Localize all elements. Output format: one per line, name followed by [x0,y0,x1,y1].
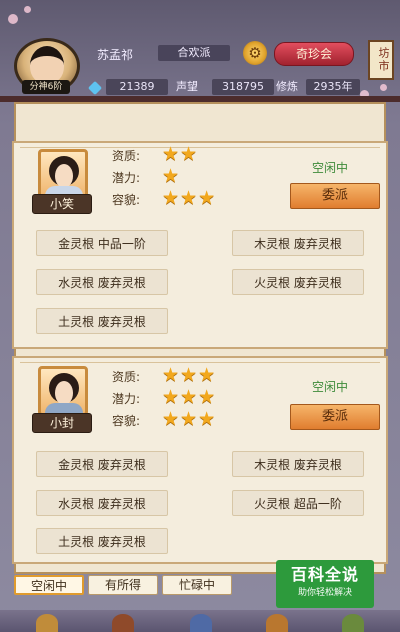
nav-icon[interactable] [112,614,134,632]
watermark-subtitle: 助你轻松解决 [297,588,352,598]
blossom-decoration [380,84,387,91]
dispatch-button[interactable]: 委派 [290,183,380,209]
attr-label-appearance: 容貌: [112,414,141,428]
appearance-stars: ★★★ [162,408,217,430]
spirit-root-metal: 金灵根 废弃灵根 [36,451,168,477]
attr-label-appearance: 容貌: [112,193,141,207]
potential-stars: ★★★ [162,386,217,408]
attr-label-aptitude: 资质: [112,149,141,163]
portrait-face [55,381,73,405]
nav-icon[interactable] [342,614,364,632]
filter-tab-busy[interactable]: 忙碌中 [162,575,232,595]
qizhen-button[interactable]: 奇珍会 [274,42,354,66]
player-avatar-face [30,46,64,84]
fangshi-button[interactable]: 坊市 [368,40,394,80]
aptitude-stars: ★★ [162,143,199,165]
spirit-root-metal: 金灵根 中品一阶 [36,230,168,256]
sect-badge[interactable]: 合欢派 [158,45,230,61]
settings-gear-icon[interactable]: ⚙ [243,41,267,65]
appearance-stars: ★★★ [162,187,217,209]
portrait-face [55,164,73,188]
nav-icon[interactable] [36,614,58,632]
reputation-value: 318795 [212,79,274,95]
spirit-root-wood: 木灵根 废弃灵根 [232,230,364,256]
disciple-portrait[interactable] [38,149,88,199]
filter-tab-gained[interactable]: 有所得 [88,575,158,595]
spirit-stone-count: 21389 [106,79,168,95]
spirit-root-water: 水灵根 废弃灵根 [36,490,168,516]
reputation-label: 声望 [176,80,198,93]
watermark-logo: 百科全说 助你轻松解决 [276,560,374,608]
disciple-name: 小封 [32,413,92,433]
status-text: 空闲中 [312,380,349,394]
status-text: 空闲中 [312,161,349,175]
spirit-root-fire: 火灵根 超品一阶 [232,490,364,516]
spirit-root-earth: 土灵根 废弃灵根 [36,528,168,554]
card-divider [20,147,380,148]
cultivation-label: 修炼 [276,80,298,93]
spirit-root-fire: 火灵根 废弃灵根 [232,269,364,295]
spirit-root-wood: 木灵根 废弃灵根 [232,451,364,477]
player-name: 苏孟祁 [97,48,134,62]
disciple-portrait[interactable] [38,366,88,416]
attr-label-potential: 潜力: [112,171,141,185]
disciple-card: 小封 资质: ★★★ 潜力: ★★★ 容貌: ★★★ 空闲中 委派 金灵根 废弃… [12,356,388,564]
nav-icon[interactable] [190,614,212,632]
card-divider [20,362,380,363]
spirit-root-earth: 土灵根 废弃灵根 [36,308,168,334]
filter-tab-idle[interactable]: 空闲中 [14,575,84,595]
dispatch-button[interactable]: 委派 [290,404,380,430]
nav-icon[interactable] [266,614,288,632]
spirit-root-water: 水灵根 废弃灵根 [36,269,168,295]
blossom-decoration [8,14,18,24]
attr-label-aptitude: 资质: [112,370,141,384]
attr-label-potential: 潜力: [112,392,141,406]
potential-stars: ★ [162,165,181,187]
rank-tag: 分神6阶 [22,80,70,94]
blossom-decoration [24,6,31,13]
disciple-name: 小笑 [32,194,92,214]
cultivation-value: 2935年 [306,79,360,95]
disciple-card: 小笑 资质: ★★ 潜力: ★ 容貌: ★★★ 空闲中 委派 金灵根 中品一阶 … [12,141,388,349]
watermark-title: 百科全说 [290,565,359,584]
aptitude-stars: ★★★ [162,364,217,386]
